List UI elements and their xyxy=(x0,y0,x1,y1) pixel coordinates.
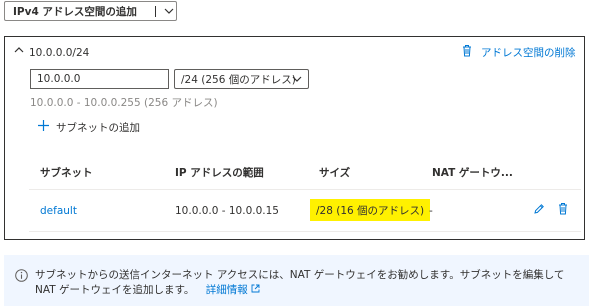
learn-more-label: 詳細情報 xyxy=(205,284,248,296)
column-header-ip-range[interactable]: IP アドレスの範囲 xyxy=(175,165,264,180)
trash-icon xyxy=(461,44,473,60)
table-divider xyxy=(29,189,581,190)
address-space-title: 10.0.0.0/24 xyxy=(29,47,90,59)
learn-more-link[interactable]: 詳細情報 xyxy=(206,284,260,296)
subnet-size: /28 (16 個のアドレス) xyxy=(310,199,431,221)
plus-icon xyxy=(37,119,50,135)
trash-icon[interactable] xyxy=(557,202,569,218)
delete-address-space-button[interactable]: アドレス空間の削除 xyxy=(461,44,576,60)
address-range-text: 10.0.0.0 - 10.0.0.255 (256 アドレス) xyxy=(30,97,218,109)
prefix-size-select[interactable]: /24 (256 個のアドレス) xyxy=(174,69,309,89)
column-header-size[interactable]: サイズ xyxy=(319,165,350,180)
add-subnet-button[interactable]: サブネットの追加 xyxy=(37,119,140,135)
subnet-nat-gateway: - xyxy=(429,205,433,217)
add-ipv4-label: IPv4 アドレス空間の追加 xyxy=(13,5,137,18)
table-divider xyxy=(29,231,581,232)
external-link-icon xyxy=(251,284,260,296)
subnet-ip-range: 10.0.0.0 - 10.0.0.15 xyxy=(175,205,279,217)
add-subnet-label: サブネットの追加 xyxy=(56,121,140,134)
add-ipv4-address-space-button[interactable]: IPv4 アドレス空間の追加 xyxy=(4,1,177,21)
pencil-icon[interactable] xyxy=(533,203,545,218)
chevron-down-icon xyxy=(291,73,303,88)
subnet-name-link[interactable]: default xyxy=(40,205,77,217)
chevron-up-icon[interactable] xyxy=(13,44,25,59)
prefix-selected-value: /24 (256 個のアドレス) xyxy=(181,73,296,86)
column-header-nat-gateway[interactable]: NAT ゲートウ... xyxy=(432,165,513,180)
split-divider xyxy=(155,6,156,17)
delete-address-space-label: アドレス空間の削除 xyxy=(481,46,576,59)
info-message-body: サブネットからの送信インターネット アクセスには、NAT ゲートウェイをお勧めし… xyxy=(35,269,565,296)
address-input[interactable] xyxy=(30,69,169,89)
info-message-bar: サブネットからの送信インターネット アクセスには、NAT ゲートウェイをお勧めし… xyxy=(4,255,589,306)
column-header-subnet[interactable]: サブネット xyxy=(40,165,93,180)
address-space-panel: 10.0.0.0/24 アドレス空間の削除 /24 (256 個のアドレス) 1… xyxy=(4,36,585,240)
info-icon xyxy=(15,269,28,285)
info-message-text: サブネットからの送信インターネット アクセスには、NAT ゲートウェイをお勧めし… xyxy=(35,268,583,298)
chevron-down-icon[interactable] xyxy=(163,5,175,20)
